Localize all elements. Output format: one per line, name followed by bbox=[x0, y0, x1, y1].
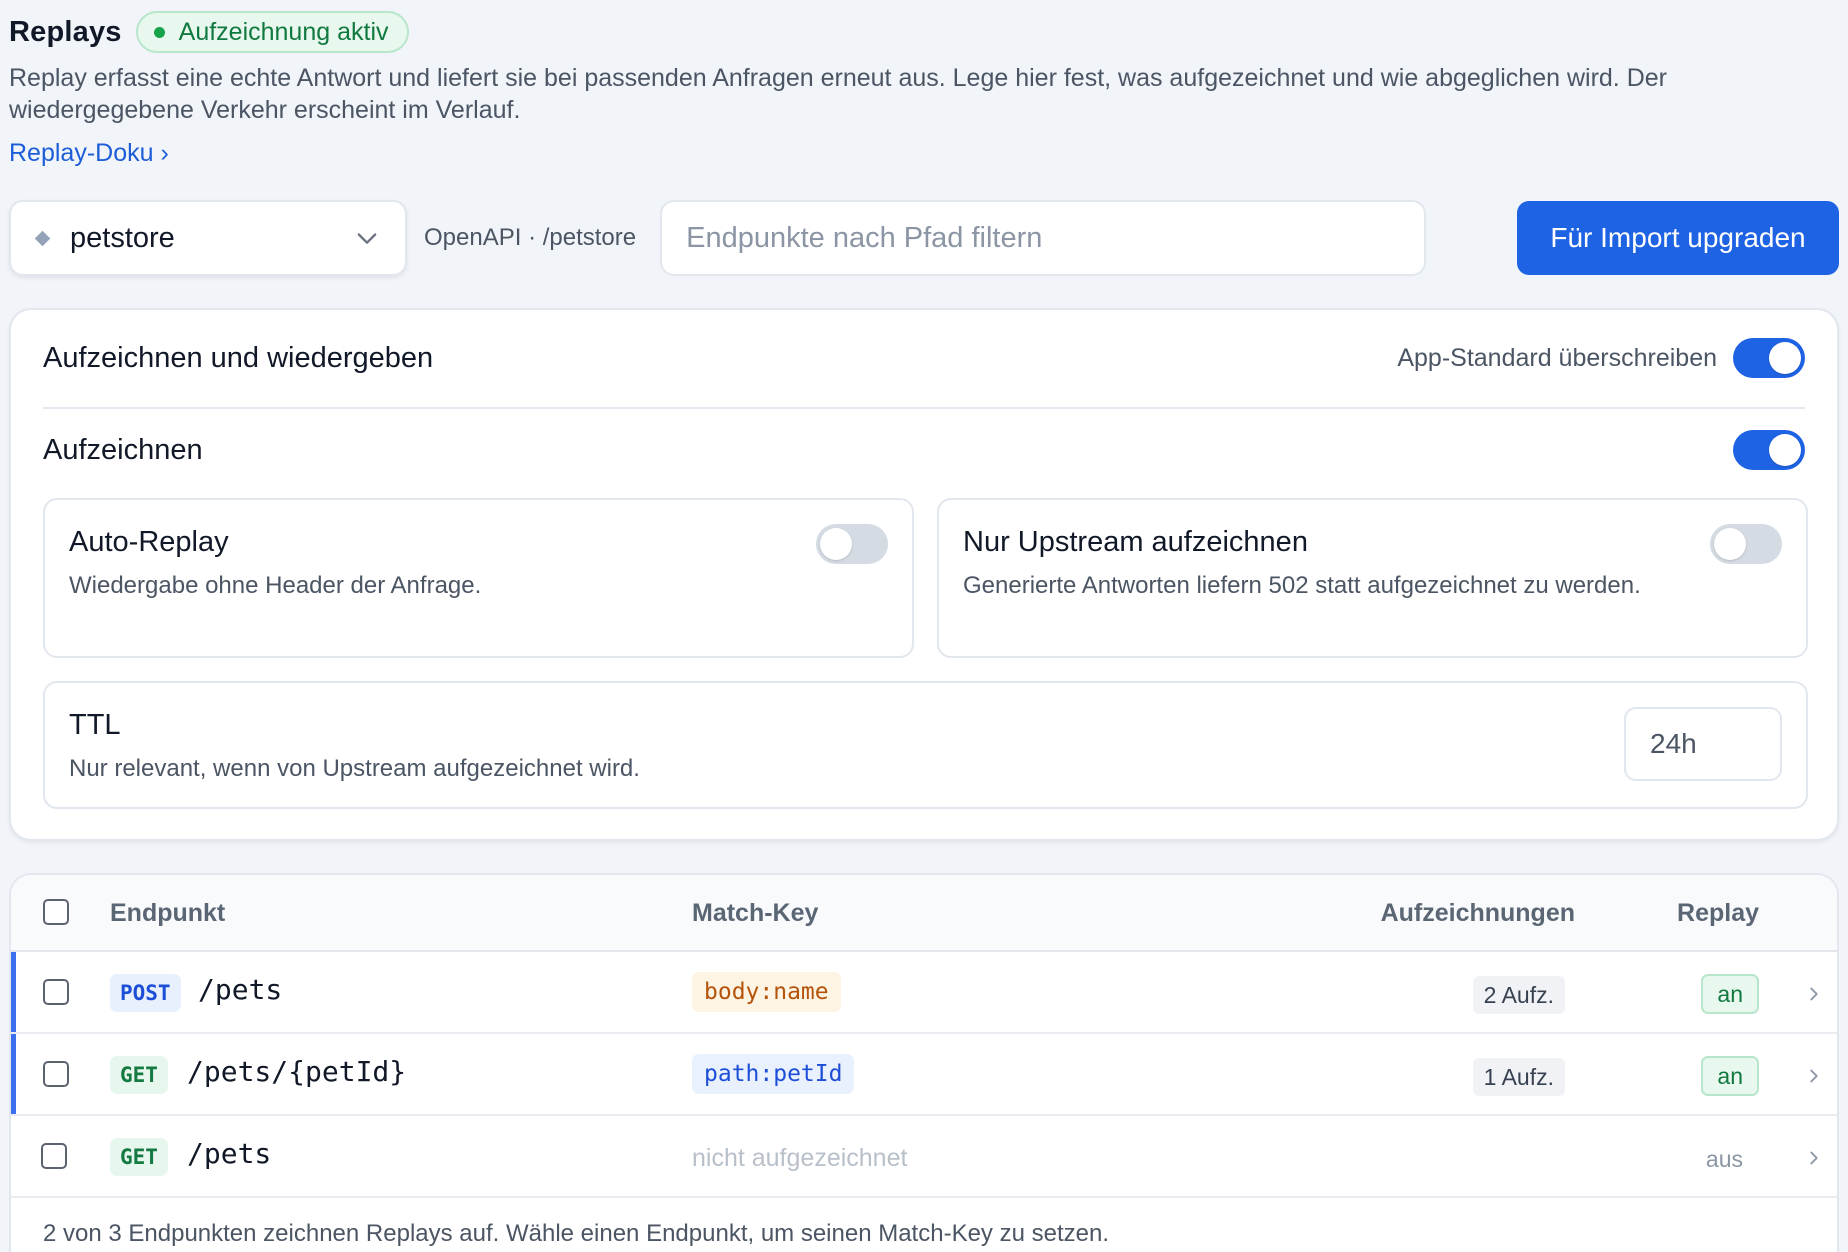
record-toggle[interactable] bbox=[1733, 430, 1805, 470]
table-header: Endpunkt Match-Key Aufzeichnungen Replay bbox=[11, 875, 1837, 952]
table-row[interactable]: GET /pets/{petId} path:petId 1 Aufz. an bbox=[11, 1034, 1837, 1116]
diamond-icon bbox=[34, 230, 51, 246]
row-checkbox[interactable] bbox=[43, 1061, 69, 1087]
record-toggle-group bbox=[1733, 430, 1805, 470]
select-all-checkbox[interactable] bbox=[43, 899, 69, 925]
app-select-value: petstore bbox=[70, 221, 175, 254]
override-label: App-Standard überschreiben bbox=[1397, 343, 1717, 372]
column-replay: Replay bbox=[1677, 899, 1759, 927]
page-description: Replay erfasst eine echte Antwort und li… bbox=[9, 64, 1667, 124]
row-checkbox[interactable] bbox=[43, 979, 69, 1005]
status-dot-icon bbox=[153, 26, 165, 38]
recordings-count: 2 Aufz. bbox=[1472, 976, 1565, 1014]
upstream-only-toggle[interactable] bbox=[1710, 524, 1782, 564]
title-row: Replays Aufzeichnung aktiv bbox=[9, 10, 1828, 54]
auto-replay-title: Auto-Replay bbox=[69, 526, 229, 558]
settings-title: Aufzeichnen und wiedergeben bbox=[43, 341, 434, 374]
replay-settings-card: Aufzeichnen und wiedergeben App-Standard… bbox=[9, 308, 1839, 841]
endpoint-path: /pets/{petId} bbox=[187, 1055, 407, 1088]
page-header: Replays Aufzeichnung aktiv Replay erfass… bbox=[9, 10, 1828, 168]
ttl-input[interactable] bbox=[1624, 707, 1782, 781]
upstream-only-description: Generierte Antworten liefern 502 statt a… bbox=[963, 572, 1641, 599]
chevron-right-icon bbox=[1810, 1151, 1818, 1165]
upstream-only-option: Nur Upstream aufzeichnen Generierte Antw… bbox=[937, 498, 1808, 658]
status-badge-label: Aufzeichnung aktiv bbox=[178, 17, 389, 46]
app-select[interactable]: petstore bbox=[9, 200, 407, 276]
chevron-down-icon bbox=[357, 233, 377, 244]
column-match-key: Match-Key bbox=[692, 899, 819, 927]
endpoint-path: /pets bbox=[198, 973, 283, 1006]
record-row: Aufzeichnen bbox=[43, 428, 1805, 472]
chevron-right-icon bbox=[1810, 1069, 1818, 1083]
match-key-badge: path:petId bbox=[692, 1054, 855, 1094]
toggle-knob bbox=[1769, 342, 1801, 374]
table-row[interactable]: GET /pets nicht aufgezeichnet aus bbox=[11, 1116, 1837, 1198]
table-footer-note: 2 von 3 Endpunkten zeichnen Replays auf.… bbox=[43, 1220, 1109, 1247]
source-label: OpenAPI · /petstore bbox=[424, 224, 637, 251]
match-key-badge: body:name bbox=[692, 972, 841, 1012]
toolbar: petstore OpenAPI · /petstore Für Import … bbox=[9, 200, 1839, 276]
upgrade-for-import-button[interactable]: Für Import upgraden bbox=[1517, 201, 1839, 275]
override-group: App-Standard überschreiben bbox=[1397, 338, 1805, 378]
replay-doc-link[interactable]: Replay-Doku › bbox=[9, 139, 169, 168]
status-badge: Aufzeichnung aktiv bbox=[135, 11, 409, 53]
replay-status-text: aus bbox=[1705, 1146, 1743, 1172]
settings-header-row: Aufzeichnen und wiedergeben App-Standard… bbox=[43, 336, 1805, 380]
toggle-knob bbox=[1769, 434, 1801, 466]
ttl-title: TTL bbox=[69, 709, 121, 741]
table-row[interactable]: POST /pets body:name 2 Aufz. an bbox=[11, 952, 1837, 1034]
column-recordings: Aufzeichnungen bbox=[1380, 899, 1575, 927]
method-badge: POST bbox=[110, 974, 181, 1012]
method-badge: GET bbox=[110, 1056, 168, 1094]
method-badge: GET bbox=[110, 1138, 168, 1176]
selected-row-accent bbox=[11, 1034, 16, 1114]
selected-row-accent bbox=[11, 952, 16, 1032]
record-label: Aufzeichnen bbox=[43, 433, 203, 466]
chevron-right-icon bbox=[1810, 987, 1818, 1001]
endpoint-search-input[interactable] bbox=[660, 200, 1427, 276]
override-toggle[interactable] bbox=[1733, 338, 1805, 378]
replay-status-badge: an bbox=[1701, 1056, 1759, 1096]
auto-replay-description: Wiedergabe ohne Header der Anfrage. bbox=[69, 572, 482, 599]
upstream-only-title: Nur Upstream aufzeichnen bbox=[963, 526, 1308, 558]
column-endpoint: Endpunkt bbox=[110, 899, 226, 927]
replay-status-badge: an bbox=[1701, 974, 1759, 1014]
ttl-description: Nur relevant, wenn von Upstream aufgezei… bbox=[69, 755, 640, 782]
auto-replay-toggle[interactable] bbox=[816, 524, 888, 564]
row-checkbox[interactable] bbox=[41, 1143, 67, 1169]
recordings-count: 1 Aufz. bbox=[1472, 1058, 1565, 1096]
ttl-option: TTL Nur relevant, wenn von Upstream aufg… bbox=[43, 681, 1808, 809]
toggle-knob bbox=[1714, 528, 1746, 560]
endpoints-table: Endpunkt Match-Key Aufzeichnungen Replay… bbox=[9, 873, 1839, 1252]
page-title: Replays bbox=[9, 15, 122, 48]
toggle-knob bbox=[820, 528, 852, 560]
auto-replay-option: Auto-Replay Wiedergabe ohne Header der A… bbox=[43, 498, 914, 658]
match-key-placeholder: nicht aufgezeichnet bbox=[692, 1144, 908, 1172]
endpoint-path: /pets bbox=[187, 1137, 272, 1170]
settings-divider bbox=[43, 407, 1805, 409]
